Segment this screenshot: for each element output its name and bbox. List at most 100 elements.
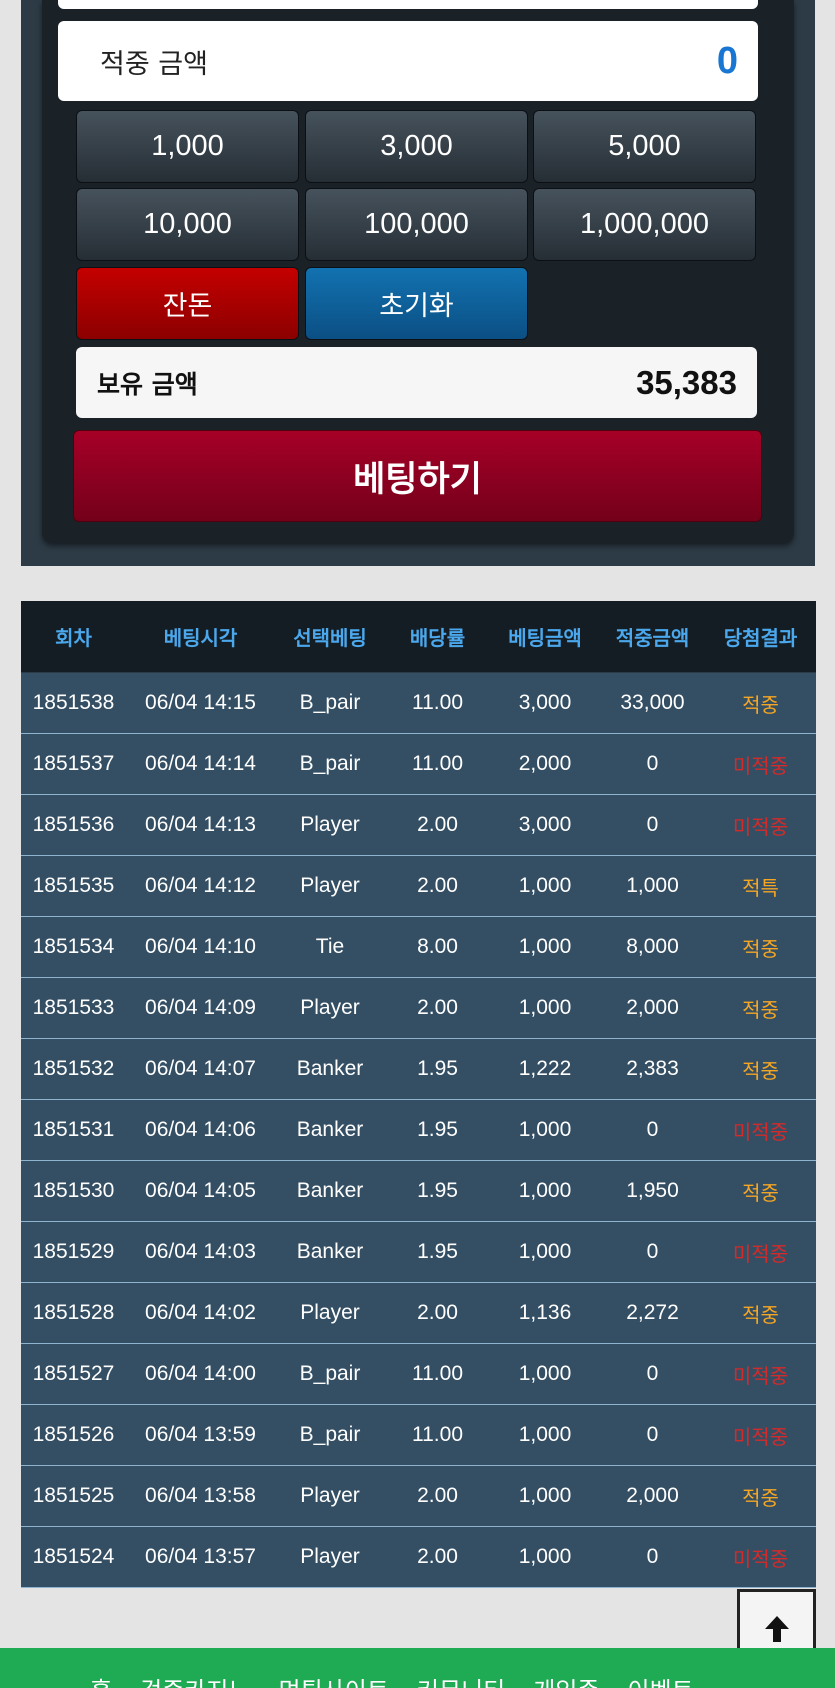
footer-nav-item[interactable]: 먹튀사이트 — [279, 1671, 389, 1688]
bet-time-cell: 06/04 13:57 — [145, 1545, 256, 1568]
table-row: 1851533 06/04 14:09 Player 2.00 1,000 2,000 적중 — [21, 978, 816, 1039]
win-amount-cell: 2,383 — [626, 1057, 679, 1080]
odds-cell: 11.00 — [412, 691, 463, 714]
column-header-bet-time: 베팅시각 — [163, 626, 238, 650]
column-header-result: 당첨결과 — [723, 626, 798, 650]
win-amount-value: 0 — [716, 39, 738, 82]
bet-time-cell: 06/04 14:06 — [145, 1118, 256, 1141]
round-cell: 1851525 — [32, 1484, 115, 1507]
bet-time-cell: 06/04 14:00 — [145, 1362, 256, 1385]
footer-nav-item[interactable]: 이벤트 — [627, 1671, 693, 1688]
table-row: 1851534 06/04 14:10 Tie 8.00 1,000 8,000 적중 — [21, 917, 816, 978]
chip-button-10000[interactable]: 10,000 — [76, 188, 299, 261]
result-cell: 미적중 — [732, 1546, 789, 1571]
pick-cell: Player — [300, 813, 360, 836]
footer-nav: 홈 검증카지노 먹튀사이트 커뮤니티 게임존 이벤트 — [90, 1671, 694, 1688]
win-amount-cell: 2,000 — [626, 996, 679, 1019]
round-cell: 1851533 — [32, 996, 115, 1019]
column-header-pick: 선택베팅 — [293, 626, 367, 650]
result-cell: 미적중 — [732, 1241, 789, 1266]
table-row: 1851524 06/04 13:57 Player 2.00 1,000 0 미적중 — [21, 1527, 816, 1588]
pick-cell: B_pair — [299, 1362, 361, 1385]
balance-label: 보유 금액 — [97, 369, 198, 399]
win-amount-cell: 8,000 — [626, 935, 679, 958]
balance-value: 35,383 — [636, 363, 737, 401]
table-row: 1851537 06/04 14:14 B_pair 11.00 2,000 0 미적중 — [21, 734, 816, 795]
bet-time-cell: 06/04 13:58 — [145, 1484, 256, 1507]
bet-amount-cell: 1,000 — [518, 1179, 572, 1202]
table-header-row: 회차 베팅시각 선택베팅 배당률 베팅금액 적중금액 당첨결과 — [21, 601, 816, 673]
bet-amount-cell: 1,000 — [518, 996, 572, 1019]
odds-cell: 1.95 — [417, 1179, 458, 1202]
odds-cell: 2.00 — [417, 813, 458, 836]
bet-amount-cell: 3,000 — [518, 813, 572, 836]
bet-history-table: 회차 베팅시각 선택베팅 배당률 베팅금액 적중금액 당첨결과 1851538 0… — [21, 601, 816, 1588]
win-amount-label: 적중 금액 — [100, 48, 208, 80]
chip-button-100000[interactable]: 100,000 — [305, 188, 528, 261]
table-row: 1851536 06/04 14:13 Player 2.00 3,000 0 미적중 — [21, 795, 816, 856]
pick-cell: Player — [300, 1484, 360, 1507]
pick-cell: Player — [300, 996, 360, 1019]
place-bet-button[interactable]: 베팅하기 — [73, 430, 762, 522]
reset-button[interactable]: 초기화 — [305, 267, 528, 340]
win-amount-cell: 1,000 — [626, 874, 679, 897]
bet-time-cell: 06/04 14:03 — [145, 1240, 256, 1263]
footer-nav-item[interactable]: 커뮤니티 — [417, 1671, 505, 1688]
round-cell: 1851532 — [32, 1057, 115, 1080]
win-amount-cell: 0 — [646, 1423, 659, 1446]
round-cell: 1851526 — [32, 1423, 115, 1446]
win-amount-cell: 2,272 — [626, 1301, 679, 1324]
odds-cell: 2.00 — [417, 996, 458, 1019]
chip-button-5000[interactable]: 5,000 — [533, 110, 756, 183]
win-amount-cell: 0 — [646, 813, 659, 836]
bet-amount-cell: 1,000 — [518, 935, 572, 958]
odds-cell: 2.00 — [417, 1301, 458, 1324]
bet-time-cell: 06/04 14:10 — [145, 935, 256, 958]
win-amount-cell: 33,000 — [620, 691, 685, 714]
column-header-round: 회차 — [55, 626, 92, 650]
bet-time-cell: 06/04 14:05 — [145, 1179, 256, 1202]
footer-nav-item[interactable]: 검증카지노 — [140, 1671, 250, 1688]
chip-button-1000[interactable]: 1,000 — [76, 110, 299, 183]
result-cell: 적중 — [742, 1180, 779, 1205]
pick-cell: Tie — [315, 935, 345, 958]
table-row: 1851538 06/04 14:15 B_pair 11.00 3,000 33,000… — [21, 673, 816, 734]
result-cell: 적중 — [742, 692, 779, 717]
change-button[interactable]: 잔돈 — [76, 267, 299, 340]
column-header-odds: 배당률 — [409, 626, 466, 650]
chip-button-1000000[interactable]: 1,000,000 — [533, 188, 756, 261]
bet-time-cell: 06/04 14:13 — [145, 813, 256, 836]
pick-cell: Banker — [296, 1179, 364, 1202]
win-amount-cell: 0 — [646, 752, 659, 775]
footer-nav-item[interactable]: 홈 — [90, 1671, 112, 1688]
footer-nav-item[interactable]: 게임존 — [533, 1671, 599, 1688]
pick-cell: B_pair — [299, 1423, 361, 1446]
bet-amount-cell: 1,000 — [518, 1545, 572, 1568]
result-cell: 적특 — [742, 875, 779, 900]
round-cell: 1851531 — [32, 1118, 115, 1141]
round-cell: 1851538 — [32, 691, 115, 714]
pick-cell: Banker — [296, 1118, 364, 1141]
result-cell: 적중 — [742, 936, 779, 961]
table-row: 1851532 06/04 14:07 Banker 1.95 1,222 2,383 적중 — [21, 1039, 816, 1100]
odds-cell: 2.00 — [417, 874, 458, 897]
column-header-win-amount: 적중금액 — [615, 626, 690, 650]
result-cell: 적중 — [742, 1302, 779, 1327]
win-amount-box: 적중 금액 0 — [58, 21, 758, 101]
win-amount-cell: 1,950 — [626, 1179, 679, 1202]
bet-time-cell: 06/04 14:14 — [145, 752, 256, 775]
round-cell: 1851534 — [32, 935, 115, 958]
odds-cell: 1.95 — [417, 1240, 458, 1263]
bet-time-cell: 06/04 14:12 — [145, 874, 256, 897]
pick-cell: Banker — [296, 1057, 364, 1080]
chip-button-3000[interactable]: 3,000 — [305, 110, 528, 183]
table-row: 1851529 06/04 14:03 Banker 1.95 1,000 0 미적중 — [21, 1222, 816, 1283]
result-cell: 적중 — [742, 997, 779, 1022]
table-row: 1851526 06/04 13:59 B_pair 11.00 1,000 0 미적중 — [21, 1405, 816, 1466]
pick-cell: Player — [300, 1301, 360, 1324]
result-cell: 미적중 — [732, 1363, 789, 1388]
table-row: 1851525 06/04 13:58 Player 2.00 1,000 2,000 적중 — [21, 1466, 816, 1527]
table-row: 1851528 06/04 14:02 Player 2.00 1,136 2,272 적중 — [21, 1283, 816, 1344]
bet-input-strip[interactable] — [58, 0, 758, 9]
win-amount-cell: 0 — [646, 1545, 659, 1568]
